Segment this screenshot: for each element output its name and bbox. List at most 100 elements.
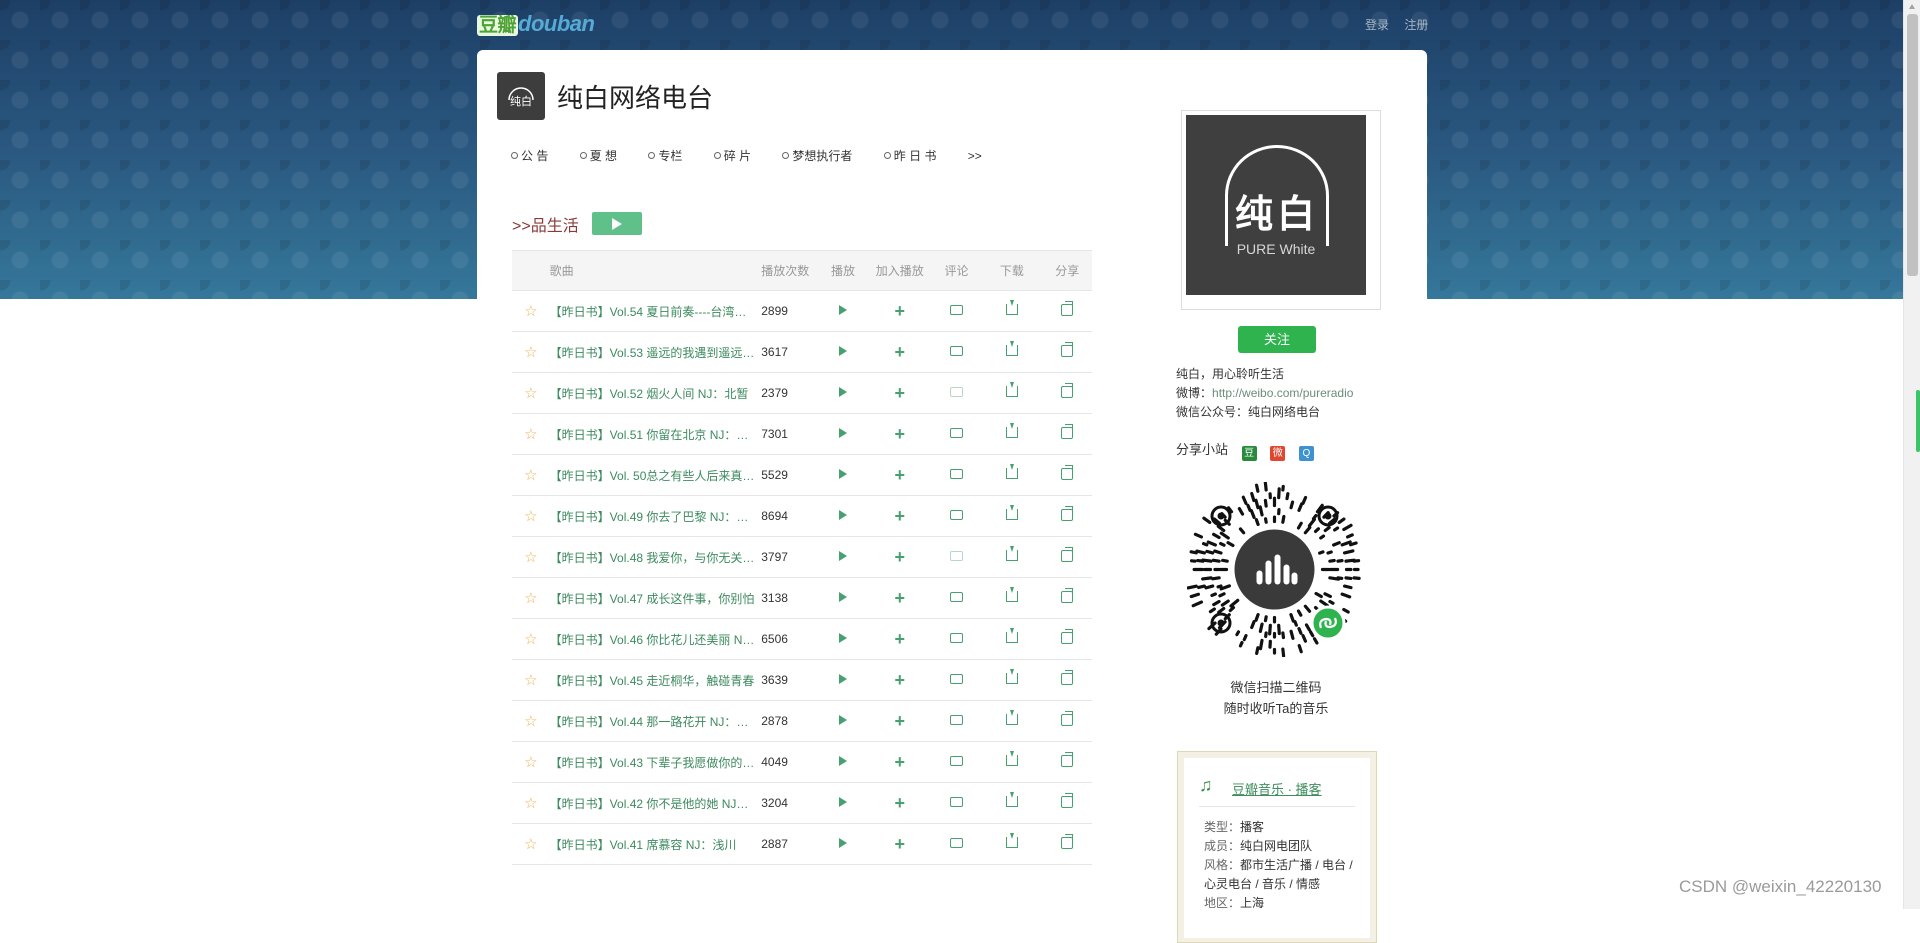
song-title-link[interactable]: 【昨日书】Vol.54 夏日前奏----台湾青年作家 <box>550 303 757 320</box>
download-icon[interactable] <box>1006 345 1018 356</box>
play-icon[interactable] <box>839 346 847 356</box>
add-to-playlist-icon[interactable]: + <box>894 793 905 813</box>
douban-music-link[interactable]: 豆瓣音乐 · 播客 <box>1232 779 1322 798</box>
share-icon[interactable] <box>1061 673 1073 685</box>
weibo-share-icon[interactable]: 微 <box>1270 446 1285 461</box>
nav-item-yesterday-book[interactable]: 昨 日 书 <box>884 147 937 164</box>
comment-icon[interactable] <box>950 756 963 766</box>
play-icon[interactable] <box>839 756 847 766</box>
play-all-button[interactable] <box>592 212 642 235</box>
share-icon[interactable] <box>1061 755 1073 767</box>
play-icon[interactable] <box>839 428 847 438</box>
add-to-playlist-icon[interactable]: + <box>894 342 905 362</box>
song-title-link[interactable]: 【昨日书】Vol.53 遥远的我遇到遥远的你 <box>550 344 757 361</box>
add-to-playlist-icon[interactable]: + <box>894 752 905 772</box>
share-icon[interactable] <box>1061 427 1073 439</box>
song-title-link[interactable]: 【昨日书】Vol.51 你留在北京 NJ：北暂 <box>550 426 757 443</box>
add-to-playlist-icon[interactable]: + <box>894 465 905 485</box>
song-title-link[interactable]: 【昨日书】Vol.44 那一路花开 NJ：北暂 <box>550 713 757 730</box>
play-icon[interactable] <box>839 592 847 602</box>
star-icon[interactable]: ☆ <box>524 385 537 402</box>
add-to-playlist-icon[interactable]: + <box>894 629 905 649</box>
scroll-thumb[interactable] <box>1907 14 1918 276</box>
download-icon[interactable] <box>1006 386 1018 397</box>
comment-icon[interactable] <box>950 510 963 520</box>
download-icon[interactable] <box>1006 591 1018 602</box>
comment-icon[interactable] <box>950 428 963 438</box>
play-icon[interactable] <box>839 797 847 807</box>
download-icon[interactable] <box>1006 509 1018 520</box>
share-icon[interactable] <box>1061 345 1073 357</box>
song-title-link[interactable]: 【昨日书】Vol.48 我爱你，与你无关 NJ <box>550 549 757 566</box>
comment-icon[interactable] <box>950 305 963 315</box>
add-to-playlist-icon[interactable]: + <box>894 588 905 608</box>
comment-icon[interactable] <box>950 551 963 561</box>
nav-more-link[interactable]: >> <box>968 149 982 163</box>
download-icon[interactable] <box>1006 673 1018 684</box>
song-title-link[interactable]: 【昨日书】Vol.45 走近桐华，触碰青春 <box>550 672 757 689</box>
add-to-playlist-icon[interactable]: + <box>894 301 905 321</box>
nav-item-announcement[interactable]: 公 告 <box>511 147 548 164</box>
play-icon[interactable] <box>839 469 847 479</box>
star-icon[interactable]: ☆ <box>524 549 537 566</box>
play-icon[interactable] <box>839 387 847 397</box>
star-icon[interactable]: ☆ <box>524 836 537 853</box>
star-icon[interactable]: ☆ <box>524 631 537 648</box>
download-icon[interactable] <box>1006 550 1018 561</box>
share-icon[interactable] <box>1061 714 1073 726</box>
add-to-playlist-icon[interactable]: + <box>894 711 905 731</box>
comment-icon[interactable] <box>950 346 963 356</box>
download-icon[interactable] <box>1006 755 1018 766</box>
play-icon[interactable] <box>839 674 847 684</box>
share-icon[interactable] <box>1061 304 1073 316</box>
add-to-playlist-icon[interactable]: + <box>894 547 905 567</box>
play-icon[interactable] <box>839 305 847 315</box>
add-to-playlist-icon[interactable]: + <box>894 834 905 854</box>
star-icon[interactable]: ☆ <box>524 344 537 361</box>
comment-icon[interactable] <box>950 387 963 397</box>
song-title-link[interactable]: 【昨日书】Vol.47 成长这件事，你别怕 <box>550 590 757 607</box>
comment-icon[interactable] <box>950 715 963 725</box>
share-icon[interactable] <box>1061 509 1073 521</box>
weibo-link[interactable]: http://weibo.com/pureradio <box>1212 386 1353 400</box>
play-icon[interactable] <box>839 510 847 520</box>
douban-share-icon[interactable]: 豆 <box>1242 446 1257 461</box>
nav-item-column[interactable]: 专栏 <box>648 147 682 164</box>
follow-button[interactable]: 关注 <box>1238 326 1316 353</box>
nav-item-dream-executor[interactable]: 梦想执行者 <box>782 147 852 164</box>
song-title-link[interactable]: 【昨日书】Vol.42 你不是他的她 NJ：北暂 <box>550 795 757 812</box>
star-icon[interactable]: ☆ <box>524 754 537 771</box>
play-icon[interactable] <box>839 551 847 561</box>
vertical-scrollbar[interactable] <box>1903 0 1920 909</box>
qzone-share-icon[interactable]: Q <box>1299 446 1314 461</box>
download-icon[interactable] <box>1006 632 1018 643</box>
comment-icon[interactable] <box>950 592 963 602</box>
login-link[interactable]: 登录 <box>1365 18 1389 32</box>
comment-icon[interactable] <box>950 674 963 684</box>
site-avatar[interactable]: 纯白 <box>497 72 545 120</box>
download-icon[interactable] <box>1006 796 1018 807</box>
comment-icon[interactable] <box>950 838 963 848</box>
nav-item-summer[interactable]: 夏 想 <box>580 147 617 164</box>
add-to-playlist-icon[interactable]: + <box>894 506 905 526</box>
comment-icon[interactable] <box>950 469 963 479</box>
download-icon[interactable] <box>1006 837 1018 848</box>
download-icon[interactable] <box>1006 304 1018 315</box>
register-link[interactable]: 注册 <box>1404 18 1428 32</box>
share-icon[interactable] <box>1061 632 1073 644</box>
star-icon[interactable]: ☆ <box>524 508 537 525</box>
star-icon[interactable]: ☆ <box>524 426 537 443</box>
star-icon[interactable]: ☆ <box>524 672 537 689</box>
add-to-playlist-icon[interactable]: + <box>894 383 905 403</box>
comment-icon[interactable] <box>950 797 963 807</box>
star-icon[interactable]: ☆ <box>524 795 537 812</box>
star-icon[interactable]: ☆ <box>524 713 537 730</box>
share-icon[interactable] <box>1061 386 1073 398</box>
star-icon[interactable]: ☆ <box>524 590 537 607</box>
play-icon[interactable] <box>839 838 847 848</box>
comment-icon[interactable] <box>950 633 963 643</box>
star-icon[interactable]: ☆ <box>524 467 537 484</box>
song-title-link[interactable]: 【昨日书】Vol. 50总之有些人后来真的不见了 <box>550 467 757 484</box>
share-icon[interactable] <box>1061 591 1073 603</box>
share-icon[interactable] <box>1061 550 1073 562</box>
